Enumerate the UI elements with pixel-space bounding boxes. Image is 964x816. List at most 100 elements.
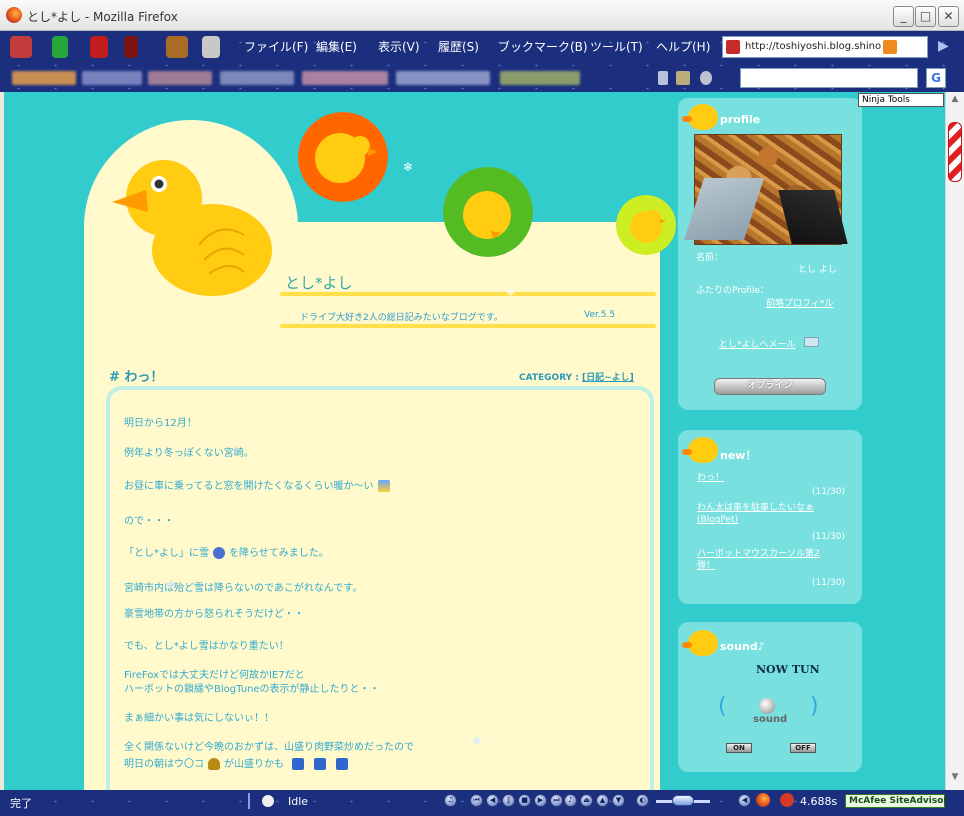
new-entry-title[interactable]: わっ！ [697, 470, 724, 483]
menu-history[interactable]: 履歴(S) [438, 38, 479, 55]
scroll-thumb[interactable] [948, 122, 962, 182]
menu-view[interactable]: 表示(V) [378, 38, 420, 55]
media-library-icon[interactable]: ♫ [444, 794, 457, 807]
sound-on-button[interactable]: ON [726, 743, 752, 753]
bookmark-icon[interactable] [202, 36, 220, 58]
menu-help[interactable]: ヘルプ(H) [656, 38, 710, 55]
new-entry-title[interactable]: わん太は車を駐車したいなぁ(BlogPet) [697, 502, 837, 526]
status-divider [248, 793, 250, 809]
duck-icon [682, 437, 718, 463]
address-bar[interactable]: http://toshiyoshi.blog.shino [722, 36, 928, 58]
microphone-icon[interactable] [700, 71, 712, 85]
reindeer-icon[interactable] [166, 36, 188, 58]
green-duck-circle [443, 167, 533, 257]
offline-button[interactable]: オフライン [714, 378, 826, 395]
media-eject-icon[interactable]: ⏏ [580, 794, 593, 807]
post-line: 宮崎市内は殆ど雪は降らないのであこがれなんです。 [124, 583, 363, 594]
duck-icon [682, 630, 718, 656]
scroll-left-icon[interactable]: ◀ [738, 794, 751, 807]
close-button[interactable]: ✕ [938, 6, 959, 27]
stocking-icon[interactable] [124, 36, 138, 58]
media-up-icon[interactable]: ▲ [596, 794, 609, 807]
search-input[interactable] [740, 68, 918, 88]
post-line: まぁ細かい事は気にしないぃ！！ [124, 713, 274, 724]
mail-link[interactable]: とし*よしへメール [719, 337, 796, 350]
ninja-tools-button[interactable]: Ninja Tools [858, 93, 944, 107]
media-rewind-icon[interactable]: ◀ [486, 794, 499, 807]
rss-feed-icon[interactable] [883, 40, 897, 54]
more-bookmarks-chevron-icon[interactable] [658, 71, 668, 85]
extension-icon[interactable] [780, 793, 794, 807]
scroll-down-arrow-icon[interactable]: ▼ [948, 772, 962, 786]
media-stop-icon[interactable]: ■ [518, 794, 531, 807]
rocket-emoji-icon [314, 758, 326, 770]
profile-heading: profile [720, 113, 761, 126]
blog-version: Ver.5.5 [584, 310, 616, 320]
category-link[interactable]: [日記~よし] [582, 373, 634, 383]
post-line: ハーボットの鎖縁やBlogTuneの表示が静止したりと・・ [124, 684, 380, 695]
mail-envelope-icon[interactable] [804, 337, 819, 347]
home-icon[interactable] [10, 36, 32, 58]
media-down-icon[interactable]: ▼ [612, 794, 625, 807]
media-previous-icon[interactable]: ⏮ [470, 794, 483, 807]
orange-duck-circle [298, 112, 388, 202]
bookmark-item[interactable] [302, 71, 388, 85]
google-search-icon[interactable]: G [926, 68, 946, 88]
bookmark-item[interactable] [148, 71, 212, 85]
mcafee-siteadvisor-badge[interactable]: McAfee SiteAdvisor [845, 794, 948, 808]
category-label: CATEGORY : [519, 373, 579, 383]
volume-icon[interactable]: ◐ [636, 794, 649, 807]
bulb-green-icon[interactable] [52, 36, 68, 58]
sound-knob-icon[interactable] [759, 698, 775, 714]
bookmark-item[interactable] [500, 71, 580, 85]
bookmark-item[interactable] [82, 71, 142, 85]
media-shuffle-icon[interactable]: ♪ [564, 794, 577, 807]
new-heading: new！ [720, 449, 757, 462]
go-arrow-icon[interactable]: ▶ [938, 38, 949, 54]
maximize-button[interactable]: □ [915, 6, 936, 27]
sound-heading: sound♪ [720, 640, 765, 653]
player-icon [262, 795, 274, 807]
blog-title[interactable]: とし*よし [285, 272, 353, 293]
firefox-status-icon[interactable] [756, 793, 770, 807]
bookmark-item[interactable] [220, 71, 294, 85]
load-time: 4.688s [800, 795, 838, 808]
address-url[interactable]: http://toshiyoshi.blog.shino [745, 41, 883, 52]
poop-emoji-icon [208, 758, 220, 770]
yellow-duck-logo [112, 160, 272, 296]
bookmark-item[interactable] [12, 71, 76, 85]
post-line: でも、とし*よし雪はかなり重たい！ [124, 641, 289, 652]
menu-tools[interactable]: ツール(T) [590, 38, 643, 55]
post-line-text: を降らせてみました。 [229, 548, 329, 559]
snowflake-icon: ❄ [472, 734, 483, 748]
new-entry-title[interactable]: ハーボットマウスカーソル第2弾！ [697, 548, 837, 572]
firefox-logo-icon [6, 7, 22, 23]
rocket-emoji-icon [336, 758, 348, 770]
new-entry-date: (11/30) [812, 487, 845, 497]
volume-slider-knob[interactable] [672, 795, 694, 806]
post-title[interactable]: # わっ！ [109, 366, 163, 385]
divider-wavy [280, 324, 656, 328]
post-line: 明日の朝はウ〇コ が山盛りかも [124, 755, 348, 770]
post-line: 全く関係ないけど今晩のおかずは、山盛り肉野菜炒めだったので [124, 742, 414, 753]
media-next-icon[interactable]: ⏭ [550, 794, 563, 807]
menu-edit[interactable]: 編集(E) [316, 38, 357, 55]
santa-hat-icon[interactable] [90, 36, 108, 58]
profile-intro-link[interactable]: 前略プロフィ*ル [766, 296, 833, 309]
snowflake-icon: ❄ [506, 286, 516, 299]
player-state: Idle [288, 795, 309, 808]
pencil-icon[interactable] [676, 71, 690, 85]
menu-bookmarks[interactable]: ブックマーク(B) [498, 38, 588, 55]
post-line: 明日から12月！ [124, 418, 197, 429]
media-forward-icon[interactable]: ▶ [534, 794, 547, 807]
menu-file[interactable]: ファイル(F) [244, 38, 308, 55]
media-pause-icon[interactable]: ‖ [502, 794, 515, 807]
bookmark-item[interactable] [396, 71, 490, 85]
minimize-button[interactable]: _ [893, 6, 914, 27]
scroll-up-arrow-icon[interactable]: ▲ [948, 94, 962, 108]
post-line: ので・・・ [124, 516, 174, 527]
vertical-scrollbar[interactable]: ▲ ▼ [945, 92, 964, 790]
right-bracket-icon: ) [810, 694, 819, 719]
blog-subtitle: ドライブ大好き2人の総日記みたいなブログです。 [300, 313, 503, 323]
sound-off-button[interactable]: OFF [790, 743, 816, 753]
